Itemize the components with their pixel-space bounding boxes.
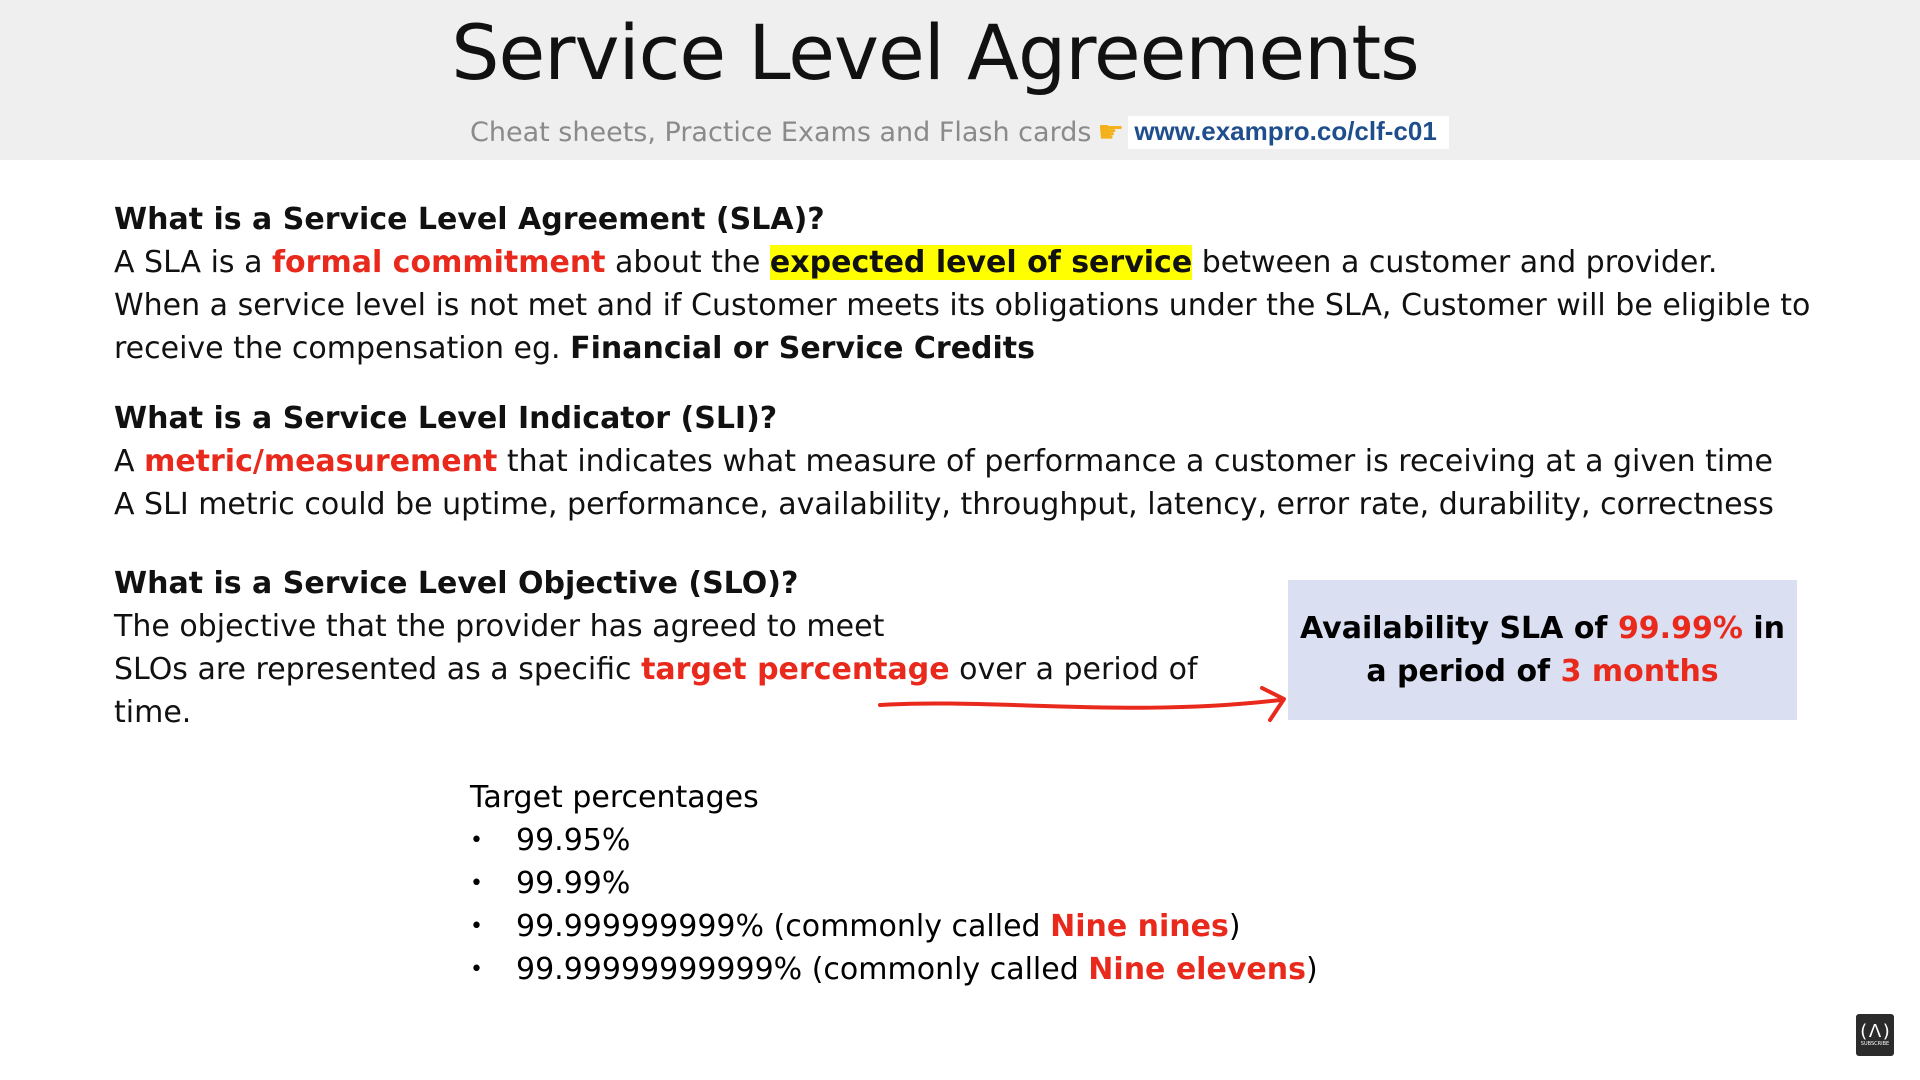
section-sli: What is a Service Level Indicator (SLI)?… xyxy=(114,397,1814,526)
pointing-hand-icon: ☛ xyxy=(1097,114,1125,150)
item-text: 99.95% xyxy=(516,823,631,858)
targets-list: • 99.95% • 99.99% • 99.999999999% (commonly… xyxy=(470,819,1318,991)
item-text: 99.99% xyxy=(516,866,631,901)
bullet: • xyxy=(470,914,483,939)
promo-link[interactable]: www.exampro.co/clf-c01 xyxy=(1128,115,1449,149)
list-item: • 99.99% xyxy=(470,862,1318,905)
sli-line-1: A metric/measurement that indicates what… xyxy=(114,440,1814,483)
sli-metric: metric/measurement xyxy=(144,444,498,479)
sli-text: that indicates what measure of performan… xyxy=(497,444,1773,479)
sla-text: about the xyxy=(605,245,770,280)
slo-question: What is a Service Level Objective (SLO)? xyxy=(114,566,799,601)
list-item: • 99.999999999% (commonly called Nine nin… xyxy=(470,905,1318,948)
target-percentages: Target percentages • 99.95% • 99.99% • 99.9… xyxy=(470,776,1318,991)
sla-question: What is a Service Level Agreement (SLA)? xyxy=(114,202,825,237)
list-item: • 99.95% xyxy=(470,819,1318,862)
sla-text: between a customer and provider. xyxy=(1192,245,1718,280)
sla-text: A SLA is a xyxy=(114,245,272,280)
item-text: 99.99999999999% (commonly called Nine el… xyxy=(516,948,1318,991)
list-item: • 99.99999999999% (commonly called Nine e… xyxy=(470,948,1318,991)
sli-question: What is a Service Level Indicator (SLI)? xyxy=(114,401,778,436)
nine-elevens: Nine elevens xyxy=(1088,952,1306,987)
sli-line-2: A SLI metric could be uptime, performanc… xyxy=(114,487,1774,522)
item-part: 99.999999999% (commonly called xyxy=(516,909,1051,944)
nine-nines: Nine nines xyxy=(1050,909,1229,944)
bullet: • xyxy=(470,871,483,896)
arrow-icon xyxy=(878,686,1286,722)
slo-line-1: The objective that the provider has agre… xyxy=(114,609,885,644)
item-text: 99.999999999% (commonly called Nine nine… xyxy=(516,905,1241,948)
item-part: ) xyxy=(1305,952,1318,987)
bullet: • xyxy=(470,828,483,853)
sli-text: A xyxy=(114,444,145,479)
slo-text: SLOs are represented as a specific xyxy=(114,652,642,687)
callout-percent: 99.99% xyxy=(1617,611,1743,646)
sla-formal-commitment: formal commitment xyxy=(271,245,606,280)
section-sla: What is a Service Level Agreement (SLA)?… xyxy=(114,198,1814,370)
logo-glyph: (ᐱ) xyxy=(1858,1021,1892,1042)
callout-period: 3 months xyxy=(1560,654,1719,689)
sla-line-2: When a service level is not met and if C… xyxy=(114,284,1814,370)
logo-text: SUBSCRIBE xyxy=(1860,1041,1890,1047)
promo-text: Cheat sheets, Practice Exams and Flash c… xyxy=(470,116,1092,148)
promo-line: Cheat sheets, Practice Exams and Flash c… xyxy=(470,112,1449,152)
callout-text: Availability SLA of 99.99% in a period o… xyxy=(1288,607,1797,693)
sla-highlight: expected level of service xyxy=(769,245,1193,280)
header-band: Service Level Agreements Cheat sheets, P… xyxy=(0,0,1920,160)
item-part: 99.99999999999% (commonly called xyxy=(516,952,1089,987)
sla-credits: Financial or Service Credits xyxy=(570,331,1036,366)
channel-logo-icon[interactable]: (ᐱ) SUBSCRIBE xyxy=(1856,1014,1894,1056)
callout-part: Availability SLA of xyxy=(1300,611,1618,646)
bullet: • xyxy=(470,957,483,982)
sla-callout-box: Availability SLA of 99.99% in a period o… xyxy=(1288,580,1797,720)
page-title: Service Level Agreements xyxy=(451,8,1420,97)
targets-heading: Target percentages xyxy=(470,780,759,815)
slide: Service Level Agreements Cheat sheets, P… xyxy=(0,0,1920,1080)
sla-line-1: A SLA is a formal commitment about the e… xyxy=(114,241,1814,284)
item-part: ) xyxy=(1228,909,1241,944)
